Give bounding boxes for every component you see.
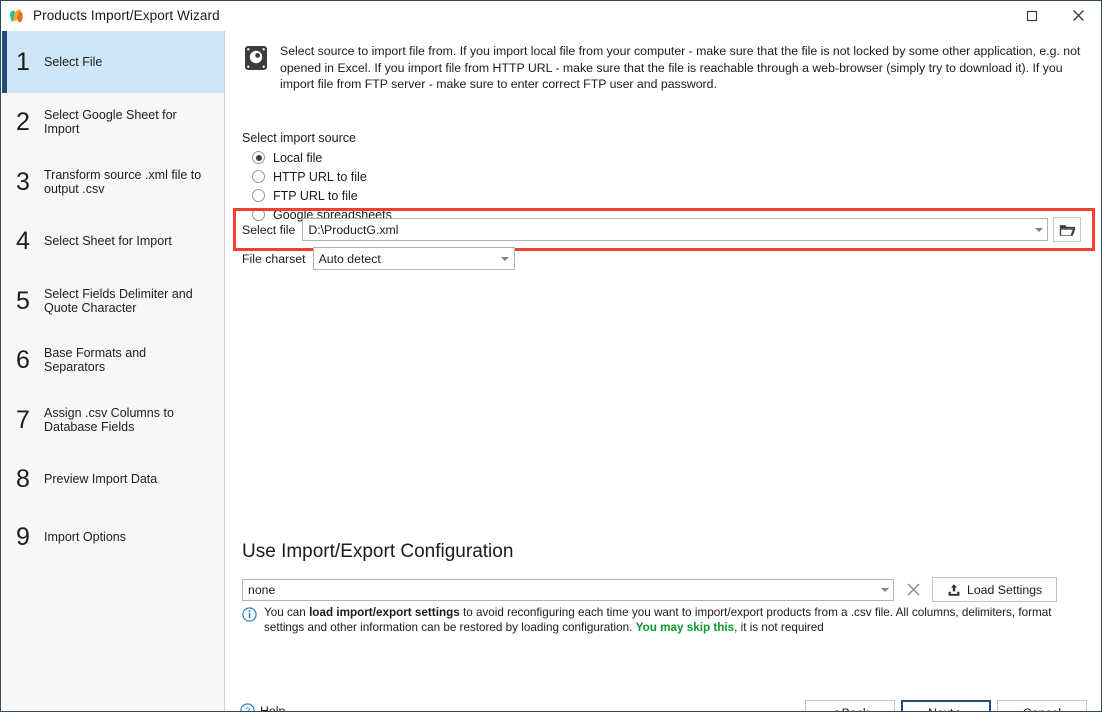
file-charset-label: File charset xyxy=(242,251,306,266)
step-number: 9 xyxy=(16,523,30,551)
radio-http-url[interactable]: HTTP URL to file xyxy=(252,167,392,186)
step-number: 8 xyxy=(16,465,30,493)
configuration-note-text: You can load import/export settings to a… xyxy=(264,605,1087,635)
sidebar-item-assign-columns[interactable]: 7 Assign .csv Columns to Database Fields xyxy=(2,389,224,450)
step-number: 1 xyxy=(16,48,30,76)
help-row[interactable]: ? Help xyxy=(240,703,285,712)
file-charset-select[interactable]: Auto detect xyxy=(312,247,515,270)
content-pane: Select source to import file from. If yo… xyxy=(226,31,1101,711)
clear-configuration-button[interactable] xyxy=(900,579,926,601)
chevron-down-icon[interactable] xyxy=(876,587,893,592)
description-banner: Select source to import file from. If yo… xyxy=(242,43,1087,93)
step-number: 4 xyxy=(16,227,30,255)
help-label-rest: elp xyxy=(268,703,286,712)
cancel-mnemonic: C xyxy=(1023,706,1032,712)
radio-local-file[interactable]: Local file xyxy=(252,148,392,167)
sidebar-item-base-formats[interactable]: 6 Base Formats and Separators xyxy=(2,331,224,389)
step-label: Base Formats and Separators xyxy=(44,346,147,374)
note-skip-hint: You may skip this xyxy=(635,621,735,634)
window-title: Products Import/Export Wizard xyxy=(33,8,220,23)
cancel-label-rest: ancel xyxy=(1032,706,1061,712)
select-file-row: Select file D:\ProductG.xml xyxy=(242,217,1087,242)
load-settings-label: Load Settings xyxy=(967,582,1043,597)
sidebar-item-transform-xml[interactable]: 3 Transform source .xml file to output .… xyxy=(2,151,224,212)
sidebar-item-select-google-sheet[interactable]: 2 Select Google Sheet for Import xyxy=(2,93,224,151)
configuration-select[interactable]: none xyxy=(242,578,894,601)
step-number: 2 xyxy=(16,108,30,136)
radio-label: Local file xyxy=(273,150,323,165)
sidebar-item-select-file[interactable]: 1 Select File xyxy=(2,31,224,93)
file-charset-value: Auto detect xyxy=(318,251,381,266)
step-label: Select Google Sheet for Import xyxy=(44,108,177,136)
radio-indicator xyxy=(252,189,265,202)
app-logo-icon xyxy=(8,8,25,24)
select-file-input[interactable]: D:\ProductG.xml xyxy=(302,218,1049,241)
sidebar-item-preview-data[interactable]: 8 Preview Import Data xyxy=(2,450,224,508)
select-file-label: Select file xyxy=(242,222,296,237)
wizard-steps-sidebar: 1 Select File 2 Select Google Sheet for … xyxy=(2,31,225,711)
help-mnemonic: H xyxy=(260,703,269,712)
title-bar: Products Import/Export Wizard xyxy=(1,1,1101,31)
close-button[interactable] xyxy=(1055,1,1101,31)
configuration-row: none Load Settings xyxy=(242,577,1058,602)
step-label: Preview Import Data xyxy=(44,472,158,486)
step-label: Assign .csv Columns to Database Fields xyxy=(44,405,174,434)
note-part-3: , it is not required xyxy=(734,621,824,634)
next-button[interactable]: Next > xyxy=(901,700,991,712)
step-number: 6 xyxy=(16,346,30,374)
radio-indicator xyxy=(252,170,265,183)
configuration-value: none xyxy=(248,582,276,597)
back-label-pre: < xyxy=(831,706,842,712)
configuration-heading: Use Import/Export Configuration xyxy=(242,541,514,562)
step-number: 3 xyxy=(16,167,30,196)
chevron-down-icon[interactable] xyxy=(497,256,514,261)
radio-ftp-url[interactable]: FTP URL to file xyxy=(252,186,392,205)
step-label: Transform source .xml file to output .cs… xyxy=(44,167,202,196)
hard-drive-icon xyxy=(242,44,270,72)
footer-buttons: < Back Next > Cancel xyxy=(799,700,1087,712)
step-label: Import Options xyxy=(44,530,126,544)
next-label-rest: ext > xyxy=(937,706,964,712)
note-bold-settings: load import/export settings xyxy=(309,606,460,619)
description-text: Select source to import file from. If yo… xyxy=(280,44,1081,91)
chevron-down-icon[interactable] xyxy=(1030,227,1047,232)
step-label: Select File xyxy=(44,55,103,69)
load-settings-button[interactable]: Load Settings xyxy=(932,577,1058,602)
step-number: 5 xyxy=(16,286,30,315)
browse-file-button[interactable] xyxy=(1053,217,1082,242)
note-part-1: You can xyxy=(264,606,310,619)
sidebar-item-select-sheet[interactable]: 4 Select Sheet for Import xyxy=(2,212,224,270)
back-button[interactable]: < Back xyxy=(805,700,895,712)
next-mnemonic: N xyxy=(928,706,937,712)
wizard-window: Products Import/Export Wizard 1 Select F… xyxy=(0,0,1102,712)
upload-icon xyxy=(947,583,961,597)
cancel-button[interactable]: Cancel xyxy=(997,700,1087,712)
sidebar-item-fields-delimiter[interactable]: 5 Select Fields Delimiter and Quote Char… xyxy=(2,270,224,331)
maximize-button[interactable] xyxy=(1009,1,1055,31)
help-circle-icon: ? xyxy=(240,703,255,712)
info-circle-icon xyxy=(242,607,257,622)
step-number: 7 xyxy=(16,405,30,434)
radio-indicator xyxy=(252,151,265,164)
help-link[interactable]: Help xyxy=(260,704,285,712)
radio-label: FTP URL to file xyxy=(273,188,358,203)
file-charset-row: File charset Auto detect xyxy=(242,247,515,270)
sidebar-item-import-options[interactable]: 9 Import Options xyxy=(2,508,224,566)
import-source-group-label: Select import source xyxy=(242,131,356,145)
radio-label: HTTP URL to file xyxy=(273,169,367,184)
configuration-note: You can load import/export settings to a… xyxy=(242,605,1087,635)
back-label-rest: ack xyxy=(850,706,869,712)
step-label: Select Sheet for Import xyxy=(44,234,172,248)
svg-text:?: ? xyxy=(245,706,250,712)
step-label: Select Fields Delimiter and Quote Charac… xyxy=(44,286,193,315)
back-mnemonic: B xyxy=(842,706,850,712)
select-file-value: D:\ProductG.xml xyxy=(308,222,399,237)
